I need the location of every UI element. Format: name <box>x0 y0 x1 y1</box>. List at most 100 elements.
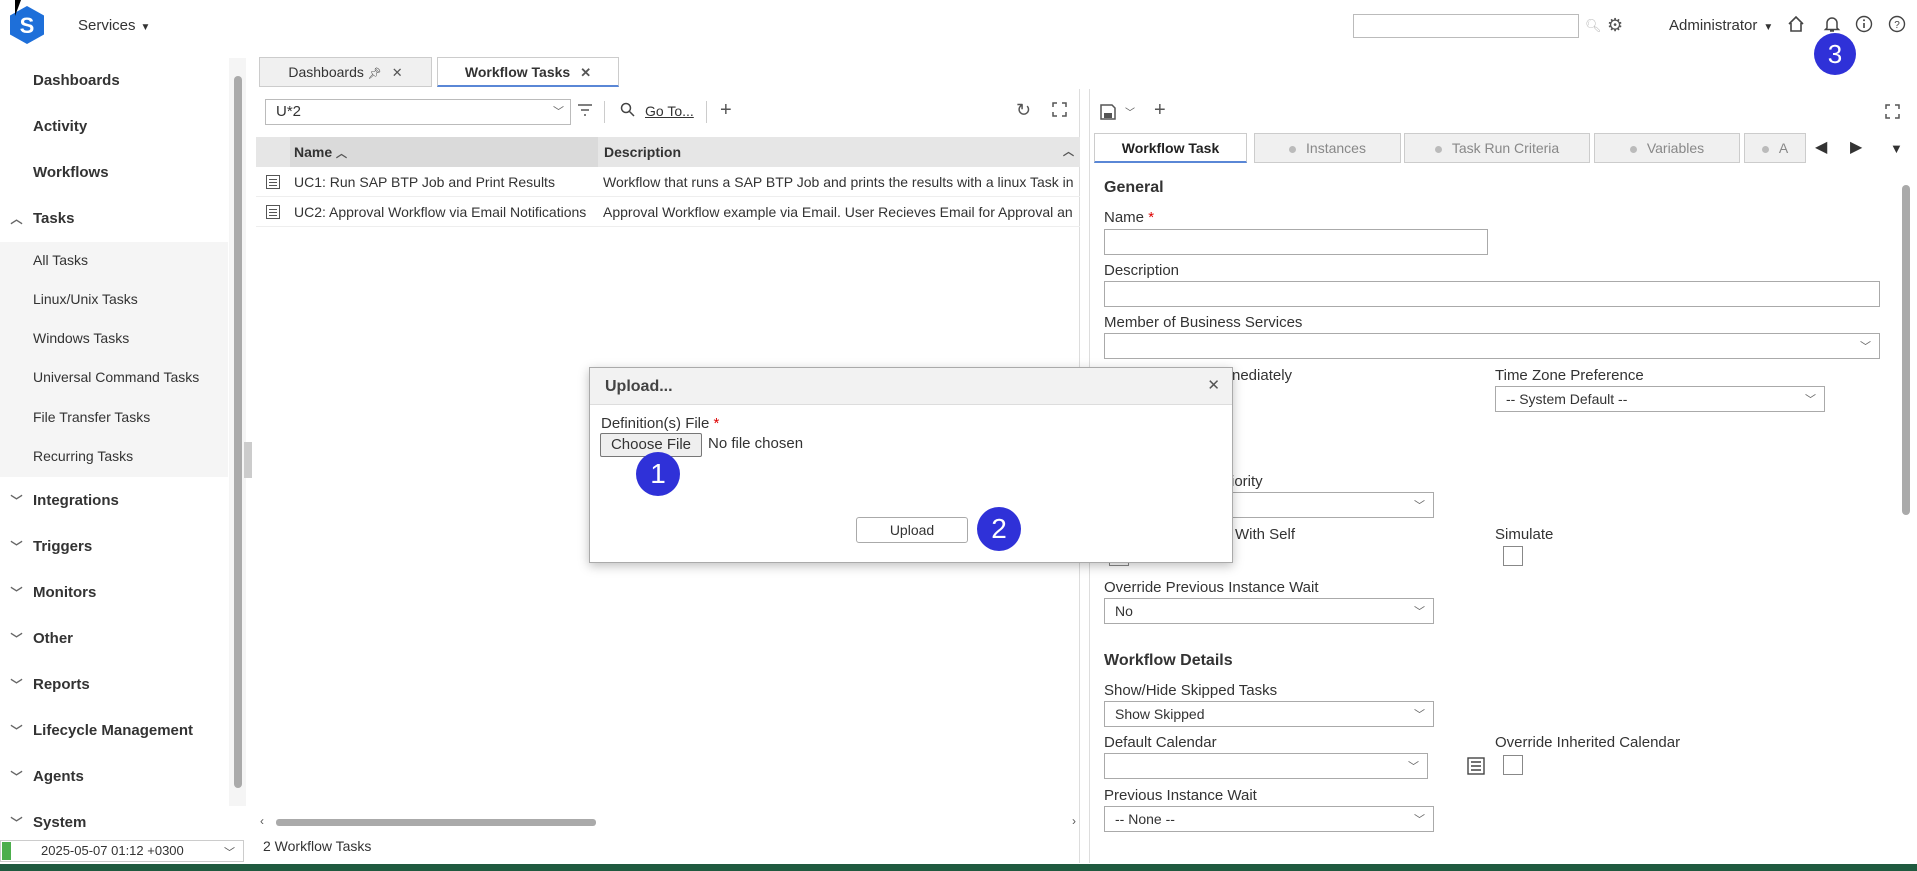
override-value: No <box>1115 603 1133 619</box>
chevron-down-icon: ﹀ <box>10 724 23 738</box>
sidebar-group-agents[interactable]: ﹀ Agents <box>0 768 228 785</box>
prev-wait-select[interactable]: -- None -- ﹀ <box>1104 806 1434 832</box>
sidebar-group-reports[interactable]: ﹀ Reports <box>0 676 228 693</box>
sidebar-group-lifecycle[interactable]: ﹀ Lifecycle Management <box>0 722 228 739</box>
dot-icon <box>1629 145 1637 153</box>
services-menu[interactable]: Services ▼ <box>78 17 150 34</box>
tab-menu-icon[interactable]: ▼ <box>1890 141 1903 156</box>
skipped-select[interactable]: Show Skipped ﹀ <box>1104 701 1434 727</box>
tab-instances[interactable]: Instances <box>1254 133 1401 163</box>
tab-workflow-task[interactable]: Workflow Task <box>1094 133 1247 163</box>
add-icon[interactable]: + <box>720 99 732 122</box>
services-label: Services <box>78 17 136 34</box>
upload-button[interactable]: Upload <box>856 517 968 543</box>
scrollbar-thumb[interactable] <box>276 819 596 826</box>
chevron-down-icon: ﹀ <box>10 770 23 784</box>
chevron-left-icon[interactable]: ‹ <box>260 814 264 828</box>
info-icon[interactable] <box>1855 15 1873 33</box>
bell-icon[interactable] <box>1823 15 1841 33</box>
sidebar-item-universal-command-tasks[interactable]: Universal Command Tasks <box>33 369 261 385</box>
sidebar-item-activity[interactable]: Activity <box>33 118 261 135</box>
sidebar-item-recurring-tasks[interactable]: Recurring Tasks <box>33 448 261 464</box>
horizontal-scrollbar[interactable]: ‹ › <box>258 814 1078 830</box>
close-icon[interactable]: ✕ <box>580 65 591 80</box>
search-icon[interactable] <box>620 102 635 117</box>
user-menu[interactable]: Administrator ▼ <box>1669 17 1773 34</box>
chevron-up-icon[interactable]: ︿ <box>1063 143 1074 159</box>
sidebar-group-triggers[interactable]: ﹀ Triggers <box>0 538 228 555</box>
override-select[interactable]: No ﹀ <box>1104 598 1434 624</box>
pin-icon[interactable]: 📌︎ <box>368 68 382 80</box>
tab-more[interactable]: A <box>1744 133 1806 163</box>
sidebar-group-system[interactable]: ﹀ System <box>0 814 228 831</box>
timezone-select[interactable]: -- System Default -- ﹀ <box>1495 386 1825 412</box>
tab-label: Task Run Criteria <box>1451 140 1560 156</box>
tab-task-run-criteria[interactable]: Task Run Criteria <box>1404 133 1590 163</box>
home-icon[interactable] <box>1787 15 1805 33</box>
expand-icon[interactable] <box>1885 104 1900 119</box>
toolbar-divider <box>604 101 605 123</box>
sidebar-group-monitors[interactable]: ﹀ Monitors <box>0 584 228 601</box>
filter-input[interactable]: U*2 ﹀ <box>265 99 571 125</box>
scrollbar-thumb[interactable] <box>1902 185 1910 515</box>
server-datetime[interactable]: 2025-05-07 01:12 +0300 ﹀ <box>0 840 244 862</box>
tab-scroll-right-icon[interactable]: ▶ <box>1850 137 1862 157</box>
goto-button[interactable]: Go To... <box>645 103 694 119</box>
sidebar-item-workflows[interactable]: Workflows <box>33 164 261 181</box>
table-row[interactable]: UC1: Run SAP BTP Job and Print Results W… <box>256 167 1080 197</box>
sidebar-item-file-transfer-tasks[interactable]: File Transfer Tasks <box>33 409 261 425</box>
calendar-list-icon[interactable] <box>1467 757 1485 775</box>
chevron-down-icon: ﹀ <box>1805 394 1816 406</box>
search-icon[interactable]: 🔍︎ <box>1585 18 1602 34</box>
filter-icon[interactable] <box>577 102 593 118</box>
chevron-down-icon[interactable]: ﹀ <box>553 103 564 119</box>
gear-icon[interactable]: ⚙ <box>1607 15 1623 36</box>
name-label: Name * <box>1104 209 1154 226</box>
datetime-value: 2025-05-07 01:12 +0300 <box>41 843 184 858</box>
close-icon[interactable]: ✕ <box>1207 376 1220 394</box>
member-select[interactable]: ﹀ <box>1104 333 1880 359</box>
sidebar-item-all-tasks[interactable]: All Tasks <box>33 252 261 268</box>
annotation-badge-1: 1 <box>636 452 680 496</box>
tab-dashboards[interactable]: Dashboards 📌︎ ✕ <box>259 57 432 87</box>
sidebar-item-windows-tasks[interactable]: Windows Tasks <box>33 330 261 346</box>
tab-variables[interactable]: Variables <box>1594 133 1740 163</box>
save-icon[interactable] <box>1100 104 1116 120</box>
scrollbar-thumb[interactable] <box>234 76 242 788</box>
sidebar-collapse-handle[interactable] <box>244 442 252 478</box>
column-header-description[interactable]: Description ︿ <box>600 137 1080 167</box>
chevron-right-icon[interactable]: › <box>1072 814 1076 828</box>
table-row[interactable]: UC2: Approval Workflow via Email Notific… <box>256 197 1080 227</box>
sidebar-group-label: Other <box>33 630 74 647</box>
simulate-checkbox[interactable] <box>1503 546 1523 566</box>
sidebar-item-dashboards[interactable]: Dashboards <box>33 72 261 89</box>
chevron-down-icon[interactable]: ﹀ <box>1125 104 1135 119</box>
dialog-title: Upload... <box>605 378 673 395</box>
column-header-name[interactable]: Name ︿ <box>290 137 598 167</box>
sidebar-group-integrations[interactable]: ﹀ Integrations <box>0 492 228 509</box>
priority-select[interactable]: ﹀ <box>1232 492 1434 518</box>
calendar-label: Default Calendar <box>1104 734 1217 751</box>
expand-icon[interactable] <box>1052 102 1067 117</box>
skipped-label: Show/Hide Skipped Tasks <box>1104 682 1278 699</box>
close-icon[interactable]: ✕ <box>392 65 403 80</box>
detail-scrollbar[interactable] <box>1898 163 1913 863</box>
tab-scroll-left-icon[interactable]: ◀ <box>1815 137 1827 157</box>
tab-workflow-tasks[interactable]: Workflow Tasks ✕ <box>437 57 619 87</box>
override-calendar-checkbox[interactable] <box>1503 755 1523 775</box>
calendar-select[interactable]: ﹀ <box>1104 753 1428 779</box>
add-icon[interactable]: + <box>1154 99 1166 122</box>
name-input[interactable] <box>1104 229 1488 255</box>
refresh-icon[interactable]: ↻ <box>1016 100 1031 121</box>
sidebar-item-linux-tasks[interactable]: Linux/Unix Tasks <box>33 291 261 307</box>
prev-wait-value: -- None -- <box>1115 811 1175 827</box>
global-search-input[interactable] <box>1353 14 1579 38</box>
sidebar-scrollbar[interactable] <box>229 58 246 806</box>
chevron-down-icon: ﹀ <box>1408 761 1419 773</box>
sidebar-group-tasks[interactable]: ︿ Tasks <box>0 210 228 227</box>
description-input[interactable] <box>1104 281 1880 307</box>
help-icon[interactable]: ? <box>1888 15 1906 33</box>
chevron-down-icon: ﹀ <box>224 847 235 859</box>
sidebar-group-other[interactable]: ﹀ Other <box>0 630 228 647</box>
sidebar-group-label: Lifecycle Management <box>33 722 194 739</box>
